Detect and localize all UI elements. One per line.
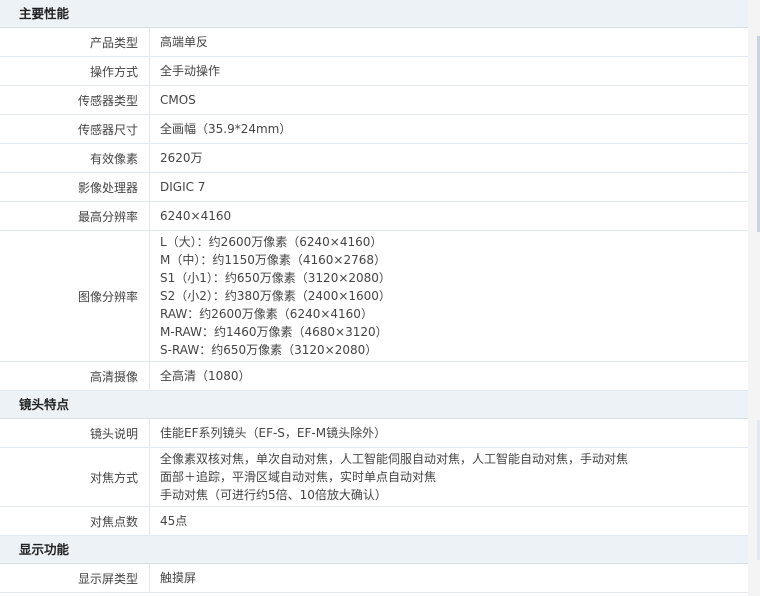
- spec-value: 45点: [150, 507, 748, 535]
- spec-label: 传感器尺寸: [0, 115, 150, 143]
- spec-value-line: RAW：约2600万像素（6240×4160）: [160, 307, 373, 321]
- spec-row-effective-pixels: 有效像素 2620万: [0, 144, 748, 173]
- section-header-lens-features: 镜头特点: [0, 391, 748, 419]
- spec-value: 全手动操作: [150, 57, 748, 85]
- spec-label: 显示屏类型: [0, 564, 150, 592]
- spec-label: 产品类型: [0, 28, 150, 56]
- spec-value-line: 全手动操作: [160, 64, 221, 78]
- spec-row-max-resolution: 最高分辨率 6240×4160: [0, 202, 748, 231]
- spec-label: 图像分辨率: [0, 231, 150, 361]
- spec-value-line: 全像素双核对焦，单次自动对焦，人工智能伺服自动对焦，人工智能自动对焦，手动对焦: [160, 452, 629, 466]
- spec-row-hd-video: 高清摄像 全高清（1080）: [0, 362, 748, 391]
- spec-label: 高清摄像: [0, 362, 150, 390]
- spec-value-line: 面部＋追踪，平滑区域自动对焦，实时单点自动对焦: [160, 470, 437, 484]
- spec-value-line: 45点: [160, 514, 188, 528]
- spec-value: 全高清（1080）: [150, 362, 748, 390]
- spec-value: 佳能EF系列镜头（EF-S，EF-M镜头除外）: [150, 419, 748, 447]
- spec-value-line: 佳能EF系列镜头（EF-S，EF-M镜头除外）: [160, 426, 387, 440]
- spec-label: 镜头说明: [0, 419, 150, 447]
- spec-value-line: DIGIC 7: [160, 180, 206, 194]
- spec-row-focus-points: 对焦点数 45点: [0, 507, 748, 536]
- spec-value: 全画幅（35.9*24mm）: [150, 115, 748, 143]
- spec-label: 最高分辨率: [0, 202, 150, 230]
- spec-value-line: 触摸屏: [160, 571, 197, 585]
- spec-value-line: 全高清（1080）: [160, 369, 251, 383]
- spec-label: 影像处理器: [0, 173, 150, 201]
- spec-value-line: S1（小1）：约650万像素（3120×2080）: [160, 271, 391, 285]
- spec-label: 传感器类型: [0, 86, 150, 114]
- spec-row-focus-mode: 对焦方式 全像素双核对焦，单次自动对焦，人工智能伺服自动对焦，人工智能自动对焦，…: [0, 448, 748, 507]
- spec-value-line: CMOS: [160, 93, 196, 107]
- section-header-main-performance: 主要性能: [0, 0, 748, 28]
- spec-value-line: 高端单反: [160, 35, 209, 49]
- spec-value-line: 全画幅（35.9*24mm）: [160, 122, 292, 136]
- spec-value: DIGIC 7: [150, 173, 748, 201]
- spec-row-operation-mode: 操作方式 全手动操作: [0, 57, 748, 86]
- spec-value-line: S2（小2）：约380万像素（2400×1600）: [160, 289, 391, 303]
- spec-label: 对焦方式: [0, 448, 150, 506]
- spec-row-sensor-size: 传感器尺寸 全画幅（35.9*24mm）: [0, 115, 748, 144]
- spec-label: 有效像素: [0, 144, 150, 172]
- spec-label: 操作方式: [0, 57, 150, 85]
- spec-table: 主要性能 产品类型 高端单反 操作方式 全手动操作 传感器类型 CMOS 传感器…: [0, 0, 749, 593]
- spec-row-image-processor: 影像处理器 DIGIC 7: [0, 173, 748, 202]
- spec-row-image-resolution: 图像分辨率 L（大）：约2600万像素（6240×4160） M（中）：约115…: [0, 231, 748, 362]
- spec-value-line: 手动对焦（可进行约5倍、10倍放大确认）: [160, 488, 387, 502]
- spec-value-line: L（大）：约2600万像素（6240×4160）: [160, 235, 383, 249]
- spec-value: 6240×4160: [150, 202, 748, 230]
- spec-value-line: 6240×4160: [160, 209, 232, 223]
- spec-value-line: 2620万: [160, 151, 203, 165]
- spec-row-lens-description: 镜头说明 佳能EF系列镜头（EF-S，EF-M镜头除外）: [0, 419, 748, 448]
- spec-value: 高端单反: [150, 28, 748, 56]
- spec-value: 触摸屏: [150, 564, 748, 592]
- spec-value-line: M（中）：约1150万像素（4160×2768）: [160, 253, 387, 267]
- spec-value: 2620万: [150, 144, 748, 172]
- section-header-display-features: 显示功能: [0, 536, 748, 564]
- spec-row-display-type: 显示屏类型 触摸屏: [0, 564, 748, 593]
- spec-row-product-type: 产品类型 高端单反: [0, 28, 748, 57]
- spec-value: L（大）：约2600万像素（6240×4160） M（中）：约1150万像素（4…: [150, 231, 748, 361]
- spec-value: 全像素双核对焦，单次自动对焦，人工智能伺服自动对焦，人工智能自动对焦，手动对焦 …: [150, 448, 748, 506]
- spec-row-sensor-type: 传感器类型 CMOS: [0, 86, 748, 115]
- spec-label: 对焦点数: [0, 507, 150, 535]
- spec-value: CMOS: [150, 86, 748, 114]
- spec-value-line: M-RAW：约1460万像素（4680×3120）: [160, 325, 388, 339]
- spec-value-line: S-RAW：约650万像素（3120×2080）: [160, 343, 378, 357]
- page-scrollbar[interactable]: [748, 0, 760, 596]
